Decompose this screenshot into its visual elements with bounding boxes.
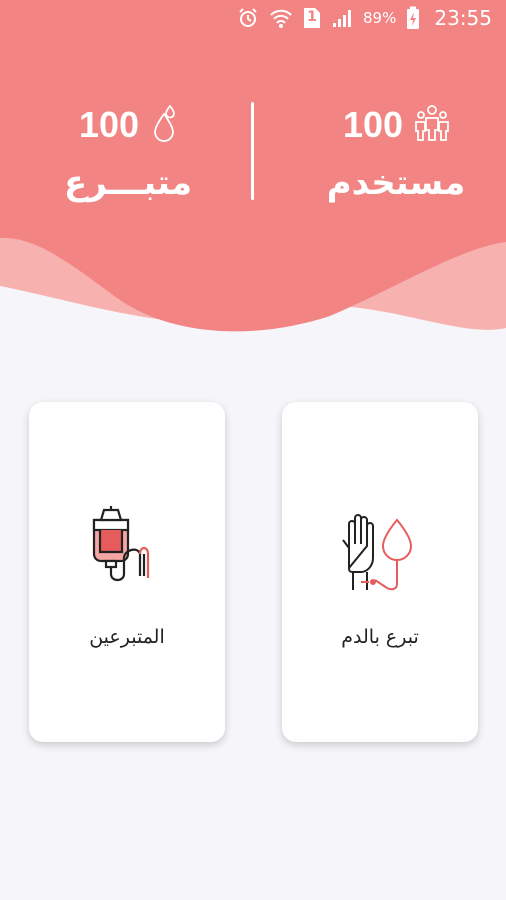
users-count: 100 xyxy=(342,104,404,145)
users-label: مستخدم xyxy=(326,163,466,203)
status-time: 23:55 xyxy=(434,6,492,30)
donate-blood-label: تبرع بالدم xyxy=(341,626,419,648)
wifi-icon xyxy=(269,7,293,29)
alarm-icon xyxy=(237,7,259,29)
stats-divider xyxy=(251,102,254,200)
donors-list-label: المتبرعين xyxy=(89,626,165,648)
sim-icon: 1 xyxy=(303,7,321,29)
users-stat: 100 مستخدم xyxy=(296,95,496,203)
donors-card[interactable]: المتبرعين xyxy=(29,402,225,742)
signal-icon xyxy=(331,7,353,29)
battery-charging-icon xyxy=(406,6,420,30)
donate-blood-card[interactable]: تبرع بالدم xyxy=(282,402,478,742)
hand-blood-donation-icon xyxy=(335,506,425,596)
users-group-icon xyxy=(415,104,449,146)
donors-stat: 100 متبـــرع xyxy=(28,95,228,203)
iv-blood-bag-icon xyxy=(82,506,172,596)
blood-drop-icon xyxy=(151,104,177,146)
donors-count: 100 xyxy=(78,104,140,145)
status-bar: 1 89% 23:55 xyxy=(0,0,506,36)
battery-percent: 89% xyxy=(363,9,397,27)
sim-slot-number: 1 xyxy=(307,9,317,25)
donors-label: متبـــرع xyxy=(63,163,193,203)
